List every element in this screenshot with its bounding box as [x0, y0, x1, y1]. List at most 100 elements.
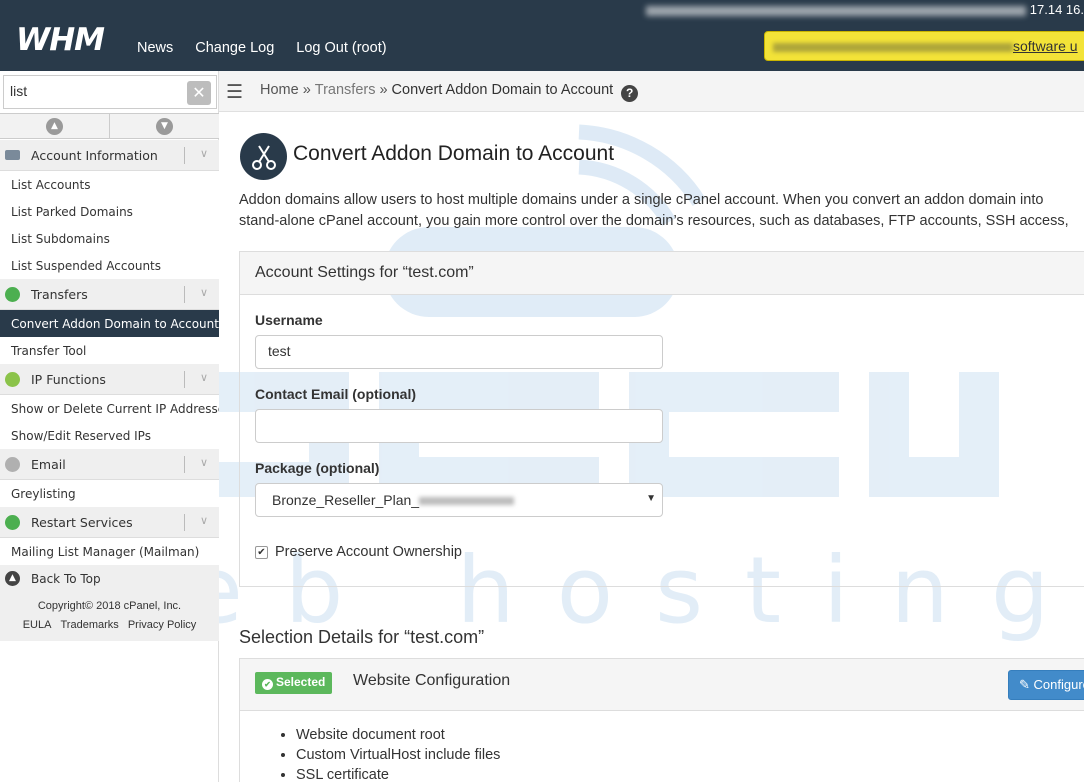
hamburger-menu-icon[interactable]: ☰ — [226, 81, 243, 103]
username-label: Username — [255, 312, 323, 328]
sidebar: ✕ ▲ ▼ Account Information ∨ List Account… — [0, 71, 219, 782]
selected-badge: ✔ Selected — [255, 672, 333, 694]
check-circle-icon: ✔ — [262, 679, 273, 690]
list-item: SSL certificate — [296, 765, 500, 782]
sidebar-item-mailman[interactable]: Mailing List Manager (Mailman) — [0, 538, 219, 565]
news-link[interactable]: News — [137, 40, 173, 56]
sidebar-item-convert-addon[interactable]: Convert Addon Domain to Account — [0, 310, 219, 337]
main-content: web hosting Convert Addon Domain to Acco… — [219, 112, 1084, 782]
group-transfers[interactable]: Transfers ∨ — [0, 279, 219, 310]
scissors-glyph — [251, 144, 276, 170]
group-account-information[interactable]: Account Information ∨ — [0, 140, 219, 171]
breadcrumb-transfers[interactable]: Transfers — [315, 82, 376, 98]
intro-line-2: stand-alone cPanel account, you gain mor… — [239, 213, 1069, 229]
help-icon[interactable]: ? — [621, 85, 639, 102]
search-input[interactable] — [4, 76, 179, 106]
sidebar-item-list-subdomains[interactable]: List Subdomains — [0, 225, 219, 252]
trademarks-link[interactable]: Trademarks — [61, 619, 119, 631]
scroll-up-button[interactable]: ▲ — [0, 114, 110, 138]
group-divider — [184, 147, 185, 164]
sidebar-scroll-buttons: ▲ ▼ — [0, 113, 219, 139]
sidebar-item-transfer-tool[interactable]: Transfer Tool — [0, 337, 219, 364]
group-email[interactable]: Email ∨ — [0, 449, 219, 480]
list-item: Custom VirtualHost include files — [296, 745, 500, 765]
preserve-ownership-checkbox[interactable]: ✔ — [255, 545, 268, 559]
eula-link[interactable]: EULA — [23, 619, 52, 631]
preserve-ownership-row[interactable]: ✔ Preserve Account Ownership — [255, 544, 462, 560]
intro-text: Addon domains allow users to host multip… — [239, 190, 1084, 232]
selected-badge-label: Selected — [276, 675, 326, 689]
breadcrumb: Home» Transfers» Convert Addon Domain to A… — [260, 82, 639, 102]
group-restart-services[interactable]: Restart Services ∨ — [0, 507, 219, 538]
preserve-ownership-label: Preserve Account Ownership — [275, 544, 462, 560]
redacted-server-info — [645, 5, 1026, 16]
sidebar-item-list-suspended[interactable]: List Suspended Accounts — [0, 252, 219, 279]
back-to-top-label: Back To Top — [31, 571, 101, 586]
group-divider — [184, 514, 185, 531]
scroll-down-button[interactable]: ▼ — [110, 114, 219, 138]
chevron-down-icon[interactable]: ∨ — [200, 456, 208, 469]
ip-functions-icon — [5, 372, 20, 387]
breadcrumb-home[interactable]: Home — [260, 82, 299, 98]
contact-email-label: Contact Email (optional) — [255, 386, 416, 402]
sidebar-item-show-delete-ips[interactable]: Show or Delete Current IP Addresses — [0, 395, 219, 422]
cpanel-link[interactable]: cPanel, Inc. — [124, 600, 181, 612]
notice-link[interactable]: software u — [1013, 38, 1078, 54]
config-bullet-list: Website document root Custom VirtualHost… — [296, 725, 500, 782]
group-ip-functions[interactable]: IP Functions ∨ — [0, 364, 219, 395]
change-log-link[interactable]: Change Log — [195, 40, 274, 56]
account-settings-panel: Account Settings for “test.com” Username… — [239, 251, 1084, 587]
copyright-text: Copyright© 2018 — [37, 600, 121, 612]
logout-link[interactable]: Log Out (root) — [296, 40, 386, 56]
configure-button-label: Configure — [1033, 677, 1084, 692]
package-select[interactable]: Bronze_Reseller_Plan_ ▼ — [255, 483, 663, 517]
sidebar-item-list-accounts[interactable]: List Accounts — [0, 171, 219, 198]
sidebar-item-greylisting[interactable]: Greylisting — [0, 480, 219, 507]
clear-search-icon[interactable]: ✕ — [187, 81, 211, 105]
group-label: Email — [31, 456, 66, 472]
chevron-down-icon[interactable]: ∨ — [200, 514, 208, 527]
configure-button[interactable]: ✎ Configure — [1008, 670, 1084, 700]
restart-services-icon — [5, 515, 20, 530]
server-time: 17.14 16. — [1029, 2, 1084, 17]
top-bar: WHM News Change Log Log Out (root) 17.14… — [0, 0, 1084, 71]
website-config-title: Website Configuration — [353, 672, 511, 689]
back-to-top-link[interactable]: ▲ Back To Top — [0, 565, 219, 592]
pencil-icon: ✎ — [1019, 677, 1030, 692]
package-selected-value: Bronze_Reseller_Plan_ — [272, 492, 420, 508]
transfers-icon — [5, 287, 20, 302]
account-info-icon — [5, 150, 20, 160]
group-divider — [184, 286, 185, 303]
top-nav: News Change Log Log Out (root) — [137, 40, 387, 56]
page-title: Convert Addon Domain to Account — [293, 142, 615, 165]
sidebar-nav: Account Information ∨ List Accounts List… — [0, 140, 219, 641]
group-label: Transfers — [31, 286, 88, 302]
sidebar-item-list-parked-domains[interactable]: List Parked Domains — [0, 198, 219, 225]
redacted-package-suffix — [419, 497, 515, 506]
contact-email-input[interactable] — [255, 409, 663, 443]
website-config-panel: ✔ Selected Website Configuration ✎ Config… — [239, 658, 1084, 782]
update-notice[interactable]: software u — [764, 31, 1084, 61]
intro-line-1: Addon domains allow users to host multip… — [239, 192, 1044, 208]
redacted-notice-text — [773, 42, 1013, 52]
breadcrumb-separator: » — [379, 82, 388, 98]
select-caret-icon: ▼ — [646, 493, 656, 504]
chevron-down-icon[interactable]: ∨ — [200, 371, 208, 384]
sidebar-item-reserved-ips[interactable]: Show/Edit Reserved IPs — [0, 422, 219, 449]
group-label: Restart Services — [31, 514, 133, 530]
package-label: Package (optional) — [255, 460, 380, 476]
chevron-down-icon[interactable]: ∨ — [200, 147, 208, 160]
arrow-up-icon: ▲ — [46, 117, 63, 135]
email-icon — [5, 457, 20, 472]
group-label: IP Functions — [31, 371, 106, 387]
breadcrumb-current: Convert Addon Domain to Account — [391, 82, 614, 98]
group-label: Account Information — [31, 147, 158, 163]
chevron-down-icon[interactable]: ∨ — [200, 286, 208, 299]
whm-logo[interactable]: WHM — [16, 22, 105, 58]
breadcrumb-bar: ☰ Home» Transfers» Convert Addon Domain to… — [219, 71, 1084, 112]
privacy-policy-link[interactable]: Privacy Policy — [128, 619, 196, 631]
group-divider — [184, 371, 185, 388]
website-config-header: ✔ Selected Website Configuration ✎ Config… — [240, 659, 1084, 711]
username-input[interactable]: test — [255, 335, 663, 369]
server-info: 17.14 16. — [645, 2, 1084, 17]
